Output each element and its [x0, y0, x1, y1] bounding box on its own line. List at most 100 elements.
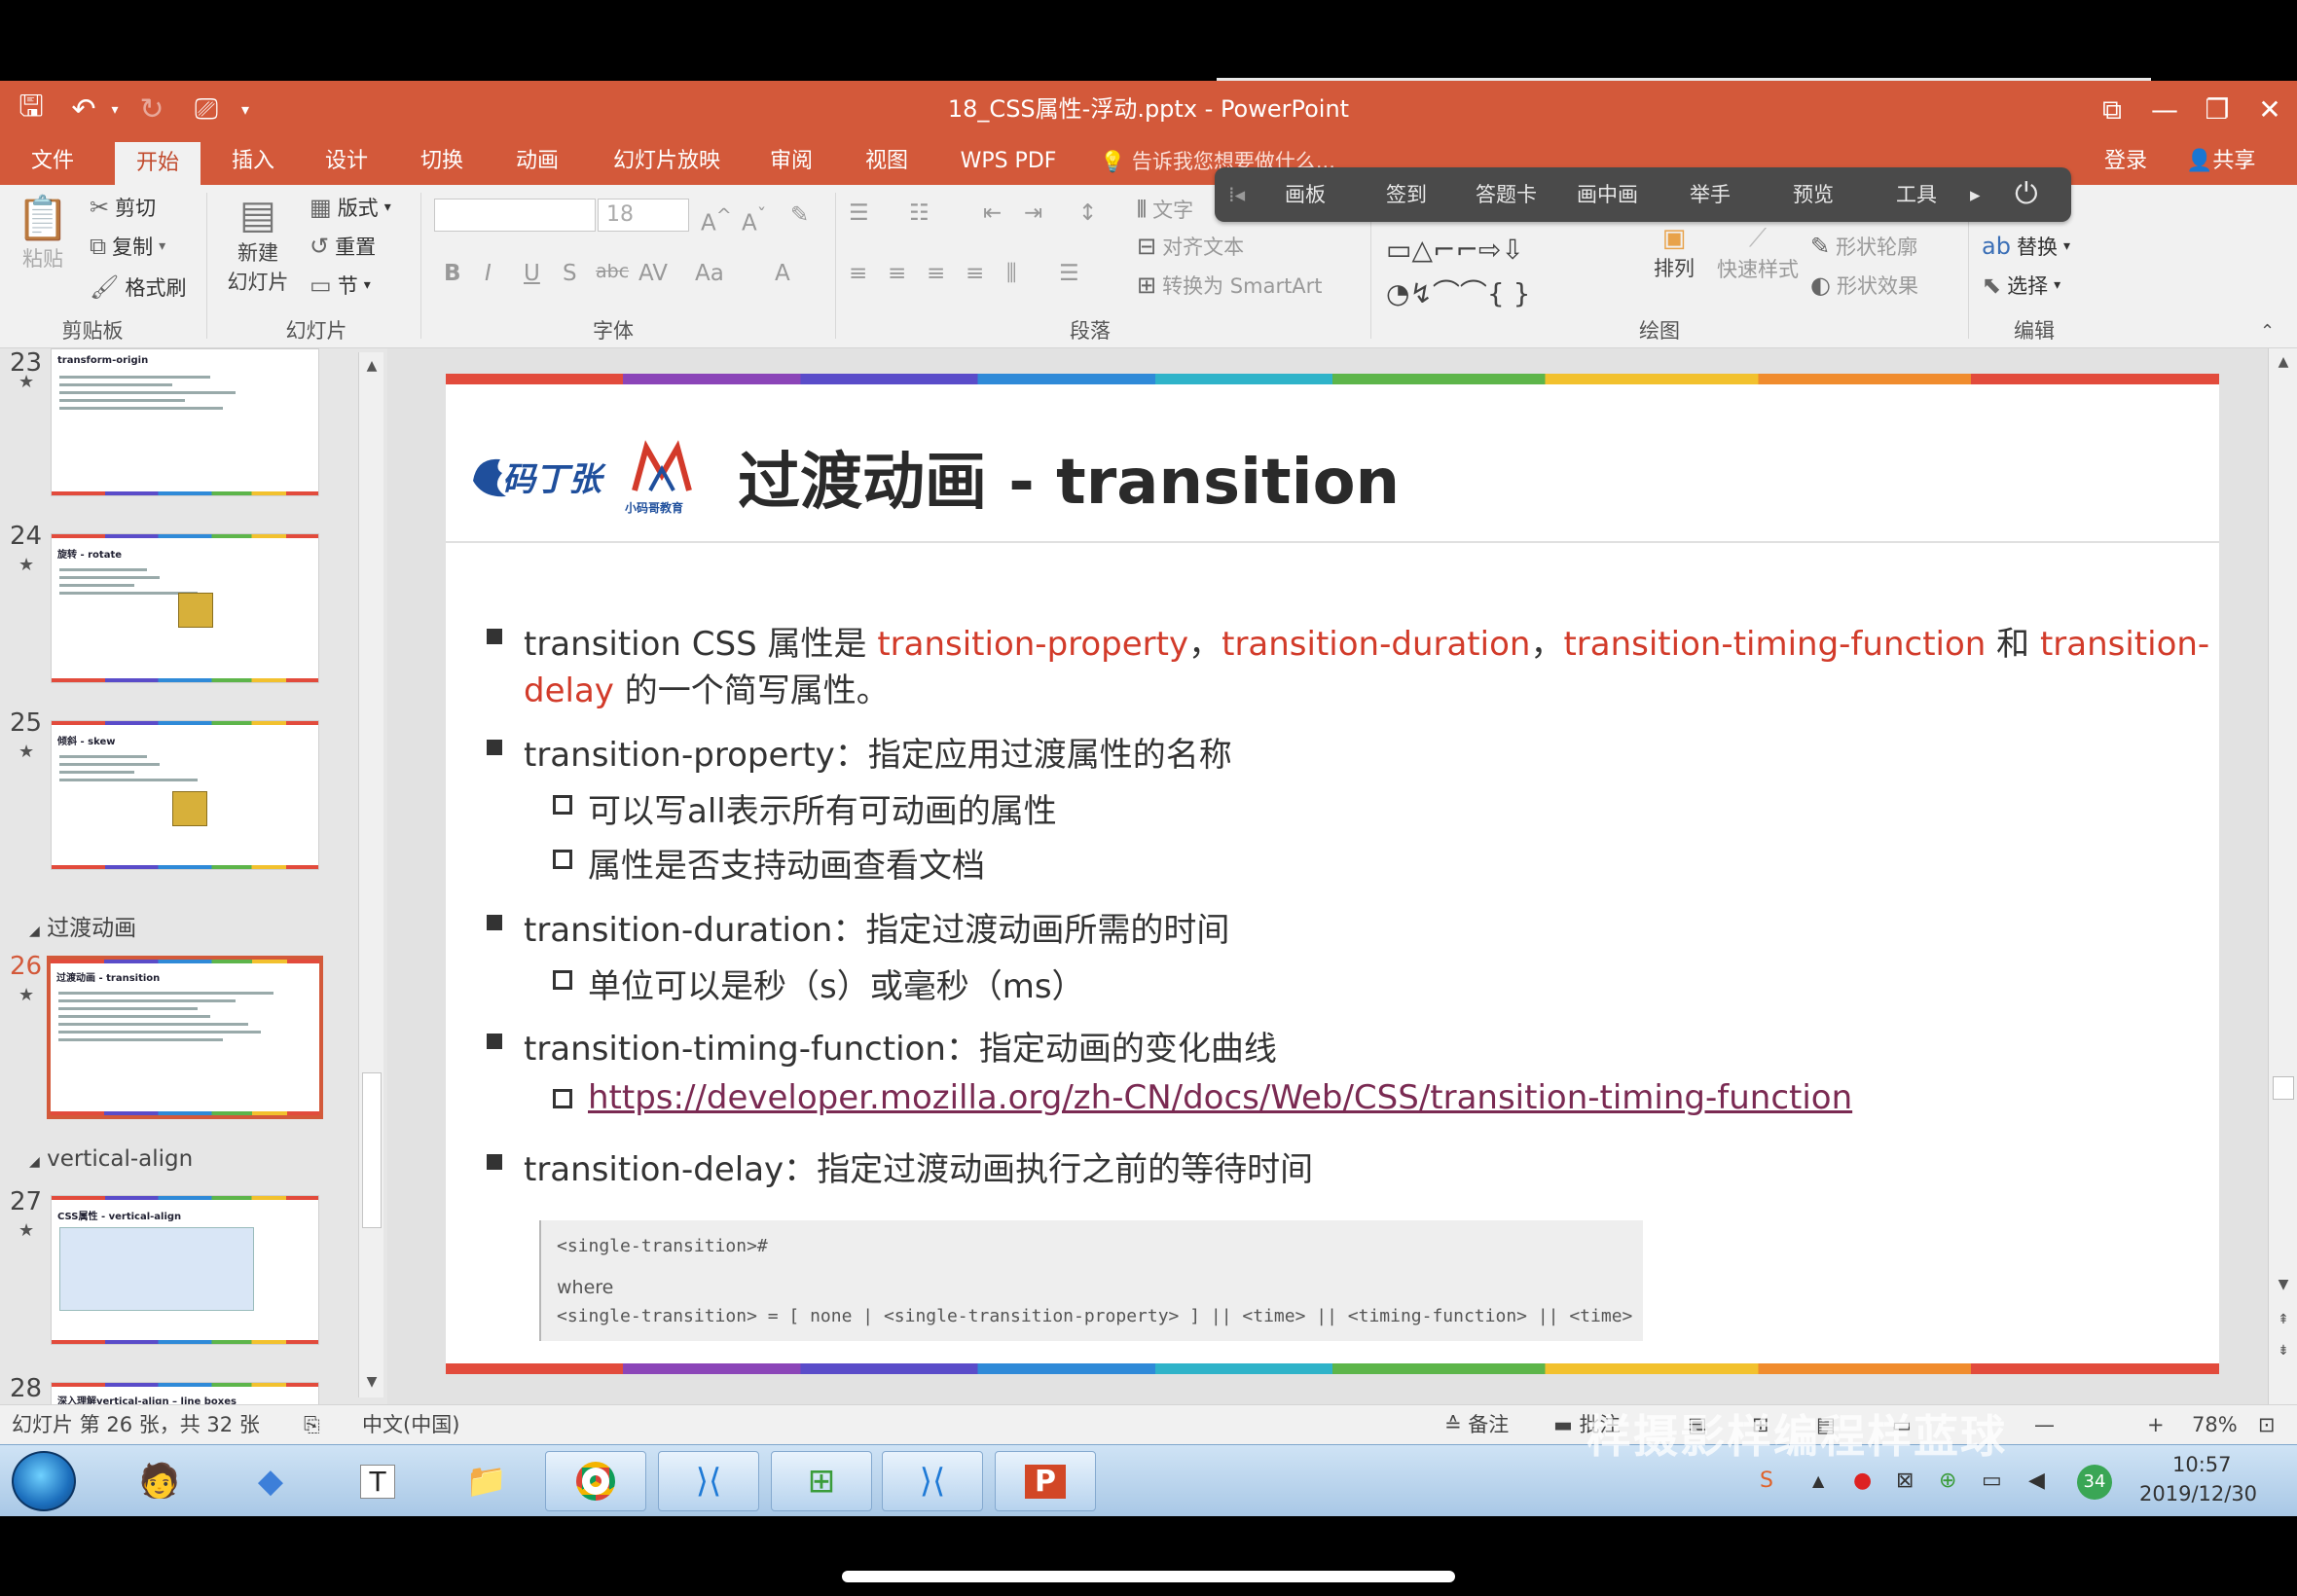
- cut-button[interactable]: ✂ 剪切: [90, 193, 156, 222]
- collapse-ribbon-icon[interactable]: ⌃: [2260, 321, 2275, 342]
- taskbar-app-drawio[interactable]: ⊞: [771, 1451, 872, 1511]
- scroll-up-icon[interactable]: ▲: [359, 358, 384, 374]
- tab-file[interactable]: 文件: [21, 138, 84, 185]
- scroll-down-icon[interactable]: ▼: [359, 1374, 384, 1390]
- tab-wps-pdf[interactable]: WPS PDF: [950, 138, 1067, 185]
- notes-button[interactable]: ≙ 备注: [1444, 1405, 1509, 1445]
- format-painter-button[interactable]: 🖌 格式刷: [90, 272, 186, 302]
- section-header-transition[interactable]: ◢ 过渡动画: [29, 909, 136, 942]
- align-center-icon[interactable]: ≡: [888, 261, 906, 286]
- toolbar-item-whiteboard[interactable]: 画板: [1285, 167, 1326, 222]
- smartart-button[interactable]: ⊞ 转换为 SmartArt: [1137, 271, 1323, 300]
- taskbar-app-vscode[interactable]: ⟩⟨: [658, 1451, 759, 1511]
- tray-badge[interactable]: 34: [2077, 1445, 2112, 1517]
- language-status[interactable]: 中文(中国): [362, 1405, 459, 1445]
- share-button[interactable]: 👤共享: [2186, 138, 2255, 185]
- spellcheck-icon[interactable]: ⎘: [304, 1405, 320, 1445]
- replace-button[interactable]: ab 替换 ▾: [1982, 232, 2070, 261]
- tab-home[interactable]: 开始: [115, 142, 201, 185]
- tab-view[interactable]: 视图: [853, 138, 921, 185]
- increase-indent-icon[interactable]: ⇥: [1024, 200, 1042, 226]
- strikethrough-icon[interactable]: abc: [596, 261, 629, 282]
- toolbar-item-preview[interactable]: 预览: [1793, 167, 1834, 222]
- section-header-vertical-align[interactable]: ◢ vertical-align: [29, 1146, 193, 1172]
- ribbon-display-options-button[interactable]: ⧉: [2085, 81, 2139, 138]
- reset-button[interactable]: ↺ 重置: [310, 232, 376, 261]
- mdn-link[interactable]: https://developer.mozilla.org/zh-CN/docs…: [588, 1078, 1852, 1117]
- align-text-button[interactable]: ⊟ 对齐文本: [1137, 232, 1244, 261]
- distribute-icon[interactable]: ☰: [1059, 261, 1079, 286]
- taskbar-app-explorer[interactable]: 📁: [436, 1451, 537, 1511]
- restore-button[interactable]: ❐: [2190, 81, 2244, 138]
- toolbar-item-raise-hand[interactable]: 举手: [1690, 167, 1731, 222]
- thumbnail-scrollbar[interactable]: ▲ ▼: [358, 352, 383, 1397]
- italic-icon[interactable]: I: [485, 261, 492, 286]
- home-indicator[interactable]: [842, 1571, 1455, 1582]
- text-direction-button[interactable]: ⫴ 文字: [1137, 195, 1193, 224]
- current-slide[interactable]: 码丁张 小码哥教育 过渡动画 - transition transition C…: [446, 374, 2219, 1374]
- shapes-gallery-row2[interactable]: ◔↯⌒⌒{ }: [1386, 272, 1530, 311]
- align-left-icon[interactable]: ≡: [849, 261, 867, 286]
- next-slide-icon[interactable]: ⇟: [2269, 1343, 2297, 1359]
- shapes-gallery[interactable]: ▭△⌐⌐⇨⇩: [1386, 234, 1524, 266]
- scrollbar-thumb[interactable]: [362, 1072, 382, 1228]
- bold-icon[interactable]: B: [444, 261, 461, 286]
- tab-design[interactable]: 设计: [313, 138, 380, 185]
- zoom-level[interactable]: 78%: [2192, 1405, 2238, 1445]
- clock-date[interactable]: 2019/12/30: [2139, 1482, 2257, 1505]
- scroll-up-icon[interactable]: ▲: [2269, 354, 2297, 370]
- slide-thumbnail-24[interactable]: 旋转 - rotate: [51, 533, 319, 683]
- scrollbar-thumb[interactable]: [2273, 1076, 2294, 1100]
- tab-slideshow[interactable]: 幻灯片放映: [603, 138, 730, 185]
- zoom-slider[interactable]: —: [2034, 1405, 2055, 1445]
- taskbar-app-powerpoint[interactable]: P: [995, 1451, 1096, 1511]
- taskbar-app-chrome[interactable]: [545, 1451, 646, 1511]
- columns-icon[interactable]: ⫼: [1006, 261, 1017, 286]
- copy-button[interactable]: ⧉ 复制 ▾: [90, 232, 165, 261]
- decrease-indent-icon[interactable]: ⇤: [983, 200, 1002, 226]
- minimize-button[interactable]: —: [2137, 81, 2192, 138]
- quick-styles-button[interactable]: ⟋ 快速样式: [1713, 224, 1803, 283]
- select-button[interactable]: ⬉ 选择 ▾: [1982, 271, 2060, 300]
- toolbar-item-answer-card[interactable]: 答题卡: [1476, 167, 1537, 222]
- shape-effects-button[interactable]: ◐ 形状效果: [1810, 271, 1918, 300]
- font-name-box[interactable]: [434, 199, 596, 232]
- close-button[interactable]: ✕: [2242, 81, 2297, 138]
- paste-button[interactable]: 📋 粘贴: [14, 193, 72, 272]
- slide-thumbnail-23[interactable]: transform-origin: [51, 348, 319, 496]
- taskbar-app-user[interactable]: 🧑: [109, 1451, 210, 1511]
- taskbar-app-blue-diamond[interactable]: ◆: [220, 1451, 321, 1511]
- font-size-box[interactable]: 18: [598, 199, 689, 232]
- slide-scrollbar[interactable]: ▲ ▼ ⇞ ⇟: [2268, 348, 2297, 1404]
- taskbar-app-typora[interactable]: T: [327, 1451, 428, 1511]
- toolbar-item-checkin[interactable]: 签到: [1386, 167, 1427, 222]
- new-slide-button[interactable]: ▤ 新建 幻灯片: [216, 193, 300, 296]
- login-link[interactable]: 登录: [2104, 138, 2147, 185]
- clock-time[interactable]: 10:57: [2172, 1453, 2232, 1476]
- font-color-icon[interactable]: A: [775, 261, 790, 286]
- justify-icon[interactable]: ≡: [966, 261, 984, 286]
- char-spacing-icon[interactable]: AV: [638, 261, 668, 286]
- shape-outline-button[interactable]: ✎ 形状轮廓: [1810, 232, 1917, 261]
- tab-animations[interactable]: 动画: [504, 138, 570, 185]
- fit-to-window-icon[interactable]: ⊡: [2258, 1405, 2276, 1445]
- volume-icon[interactable]: ◀: [2028, 1445, 2045, 1517]
- tab-insert[interactable]: 插入: [220, 138, 286, 185]
- layout-button[interactable]: ▦ 版式 ▾: [310, 193, 391, 222]
- start-button[interactable]: [12, 1451, 76, 1511]
- taskbar-app-vscode-2[interactable]: ⟩⟨: [882, 1451, 983, 1511]
- bullets-icon[interactable]: ☰: [849, 200, 869, 226]
- scroll-down-icon[interactable]: ▼: [2269, 1277, 2297, 1292]
- toolbar-item-pip[interactable]: 画中画: [1577, 167, 1638, 222]
- slide-thumbnail-26[interactable]: 过渡动画 - transition: [47, 956, 323, 1119]
- shrink-font-icon[interactable]: Aˇ: [742, 204, 766, 236]
- shadow-icon[interactable]: S: [563, 261, 577, 286]
- grow-font-icon[interactable]: A^: [701, 204, 732, 236]
- arrange-button[interactable]: ▣ 排列: [1641, 224, 1707, 282]
- toolbar-grip-icon[interactable]: ⁞◂: [1228, 167, 1245, 222]
- line-spacing-icon[interactable]: ↕: [1078, 200, 1097, 226]
- change-case-icon[interactable]: Aa: [695, 261, 724, 286]
- tab-transitions[interactable]: 切换: [409, 138, 475, 185]
- numbering-icon[interactable]: ☷: [909, 200, 930, 226]
- power-icon[interactable]: ⏻: [2015, 167, 2038, 222]
